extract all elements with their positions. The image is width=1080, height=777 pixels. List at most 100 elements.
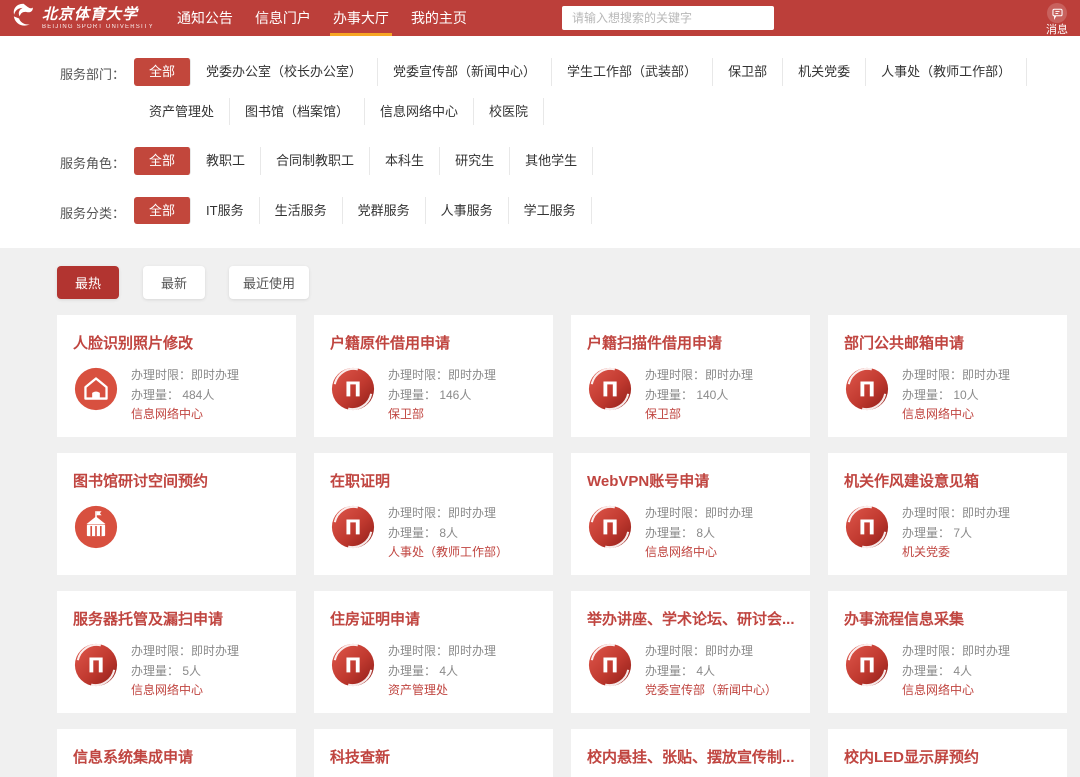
processing-time: 办理时限：即时办理 [902, 366, 1010, 385]
processing-time: 办理时限：即时办理 [645, 366, 753, 385]
service-card-info: 办理时限：即时办理办理量： 140人保卫部 [645, 366, 753, 424]
tl-logo-icon: Π [330, 366, 376, 412]
service-card[interactable]: 户籍扫描件借用申请Π办理时限：即时办理办理量： 140人保卫部 [571, 315, 810, 437]
processing-time: 办理时限：即时办理 [131, 366, 239, 385]
filter-option[interactable]: 学生工作部（武装部） [552, 58, 713, 86]
filter-option[interactable]: 人事服务 [426, 197, 509, 225]
department-name: 资产管理处 [388, 681, 496, 700]
filter-option[interactable]: 党委办公室（校长办公室） [191, 58, 378, 86]
nav-item[interactable]: 通知公告 [166, 0, 244, 36]
department-name: 信息网络中心 [131, 405, 239, 424]
tl-logo-icon: Π [330, 642, 376, 688]
university-logo[interactable]: 北京体育大学 BEIJING SPORT UNIVERSITY [10, 2, 154, 34]
processing-count: 办理量： 4人 [645, 662, 777, 681]
nav-item[interactable]: 信息门户 [244, 0, 322, 36]
svg-text:Π: Π [602, 516, 619, 540]
university-name-en: BEIJING SPORT UNIVERSITY [42, 24, 154, 30]
service-card[interactable]: 人脸识别照片修改办理时限：即时办理办理量： 484人信息网络中心 [57, 315, 296, 437]
processing-count: 办理量： 5人 [131, 662, 239, 681]
tab-最新[interactable]: 最新 [143, 266, 205, 299]
content-area: 最热最新最近使用 人脸识别照片修改办理时限：即时办理办理量： 484人信息网络中… [0, 248, 1080, 777]
filter-option[interactable]: 生活服务 [260, 197, 343, 225]
service-card[interactable]: 户籍原件借用申请Π办理时限：即时办理办理量： 146人保卫部 [314, 315, 553, 437]
filter-option[interactable]: 合同制教职工 [261, 147, 370, 175]
filter-option[interactable]: 图书馆（档案馆） [230, 98, 365, 126]
university-name-cn: 北京体育大学 [42, 7, 154, 22]
message-label: 消息 [1046, 24, 1068, 36]
service-card[interactable]: 在职证明Π办理时限：即时办理办理量： 8人人事处（教师工作部） [314, 453, 553, 575]
filter-option[interactable]: 教职工 [191, 147, 261, 175]
tl-logo-icon: Π [587, 366, 633, 412]
filter-row: 服务角色：全部教职工合同制教职工本科生研究生其他学生 [60, 147, 1080, 187]
service-card-info: 办理时限：即时办理办理量： 7人机关党委 [902, 504, 1010, 562]
service-card[interactable]: 举办讲座、学术论坛、研讨会...Π办理时限：即时办理办理量： 4人党委宣传部（新… [571, 591, 810, 713]
filter-options: 全部党委办公室（校长办公室）党委宣传部（新闻中心）学生工作部（武装部）保卫部机关… [134, 58, 1080, 137]
filter-label: 服务分类： [60, 197, 134, 222]
nav-item[interactable]: 我的主页 [400, 0, 478, 36]
service-card-title: 部门公共邮箱申请 [844, 332, 1051, 353]
service-card[interactable]: 科技查新 [314, 729, 553, 777]
service-card[interactable]: 部门公共邮箱申请Π办理时限：即时办理办理量： 10人信息网络中心 [828, 315, 1067, 437]
department-name: 人事处（教师工作部） [388, 543, 508, 562]
service-card[interactable]: WebVPN账号申请Π办理时限：即时办理办理量： 8人信息网络中心 [571, 453, 810, 575]
processing-count: 办理量： 7人 [902, 524, 1010, 543]
processing-count: 办理量： 10人 [902, 386, 1010, 405]
service-card[interactable]: 办事流程信息采集Π办理时限：即时办理办理量： 4人信息网络中心 [828, 591, 1067, 713]
filter-options: 全部IT服务生活服务党群服务人事服务学工服务 [134, 197, 1080, 237]
service-card-title: 图书馆研讨空间预约 [73, 470, 280, 491]
search-input[interactable] [562, 6, 774, 30]
processing-time: 办理时限：即时办理 [902, 504, 1010, 523]
chat-bubble-icon [1047, 3, 1067, 23]
processing-count: 办理量： 4人 [902, 662, 1010, 681]
filter-option[interactable]: 全部 [134, 197, 191, 225]
filter-option[interactable]: 校医院 [474, 98, 544, 126]
filter-row: 服务分类：全部IT服务生活服务党群服务人事服务学工服务 [60, 197, 1080, 237]
service-card[interactable]: 机关作风建设意见箱 Π 办理时限：即时办理办理量： 7人机关党委 [828, 453, 1067, 575]
service-card[interactable]: 校内悬挂、张贴、摆放宣传制... [571, 729, 810, 777]
filter-option[interactable]: 党委宣传部（新闻中心） [378, 58, 552, 86]
service-card[interactable]: 校内LED显示屏预约 [828, 729, 1067, 777]
filter-option[interactable]: 全部 [134, 147, 191, 175]
service-card[interactable]: 住房证明申请Π办理时限：即时办理办理量： 4人资产管理处 [314, 591, 553, 713]
svg-text:Π: Π [345, 654, 362, 678]
tab-最近使用[interactable]: 最近使用 [229, 266, 309, 299]
svg-text:Π: Π [859, 516, 876, 540]
service-card-body: Π 办理时限：即时办理办理量： 140人保卫部 [587, 366, 794, 424]
department-name: 信息网络中心 [902, 681, 1010, 700]
filter-option[interactable]: 信息网络中心 [365, 98, 474, 126]
tab-最热[interactable]: 最热 [57, 266, 119, 299]
filter-option[interactable]: 研究生 [440, 147, 510, 175]
filter-option[interactable]: 全部 [134, 58, 191, 86]
filter-option[interactable]: 资产管理处 [134, 98, 230, 126]
filter-option[interactable]: IT服务 [191, 197, 260, 225]
service-card-title: 机关作风建设意见箱 [844, 470, 1051, 491]
filter-option[interactable]: 本科生 [370, 147, 440, 175]
filter-option[interactable]: 保卫部 [713, 58, 783, 86]
filter-option[interactable]: 机关党委 [783, 58, 866, 86]
tl-logo-icon: Π [844, 642, 890, 688]
filter-option[interactable]: 学工服务 [509, 197, 592, 225]
processing-time: 办理时限：即时办理 [902, 642, 1010, 661]
service-card-body: 办理时限：即时办理办理量： 484人信息网络中心 [73, 366, 280, 424]
filter-panel: 服务部门：全部党委办公室（校长办公室）党委宣传部（新闻中心）学生工作部（武装部）… [0, 36, 1080, 248]
filter-options: 全部教职工合同制教职工本科生研究生其他学生 [134, 147, 1080, 187]
processing-time: 办理时限：即时办理 [388, 504, 508, 523]
service-card[interactable]: 信息系统集成申请 [57, 729, 296, 777]
filter-option[interactable]: 其他学生 [510, 147, 593, 175]
filter-row: 服务部门：全部党委办公室（校长办公室）党委宣传部（新闻中心）学生工作部（武装部）… [60, 58, 1080, 137]
main-nav: 通知公告信息门户办事大厅我的主页 [166, 0, 478, 36]
svg-text:Π: Π [859, 378, 876, 402]
processing-count: 办理量： 4人 [388, 662, 496, 681]
service-card[interactable]: 图书馆研讨空间预约 [57, 453, 296, 575]
service-card-info: 办理时限：即时办理办理量： 4人党委宣传部（新闻中心） [645, 642, 777, 700]
filter-option[interactable]: 党群服务 [343, 197, 426, 225]
service-card-title: 服务器托管及漏扫申请 [73, 608, 280, 629]
service-card[interactable]: 服务器托管及漏扫申请Π办理时限：即时办理办理量： 5人信息网络中心 [57, 591, 296, 713]
service-card-title: WebVPN账号申请 [587, 470, 794, 491]
processing-count: 办理量： 8人 [388, 524, 508, 543]
nav-item[interactable]: 办事大厅 [322, 0, 400, 36]
tl-logo-icon: Π [587, 504, 633, 550]
message-button[interactable]: 消息 [1046, 3, 1068, 36]
filter-option[interactable]: 人事处（教师工作部） [866, 58, 1027, 86]
processing-count: 办理量： 140人 [645, 386, 753, 405]
